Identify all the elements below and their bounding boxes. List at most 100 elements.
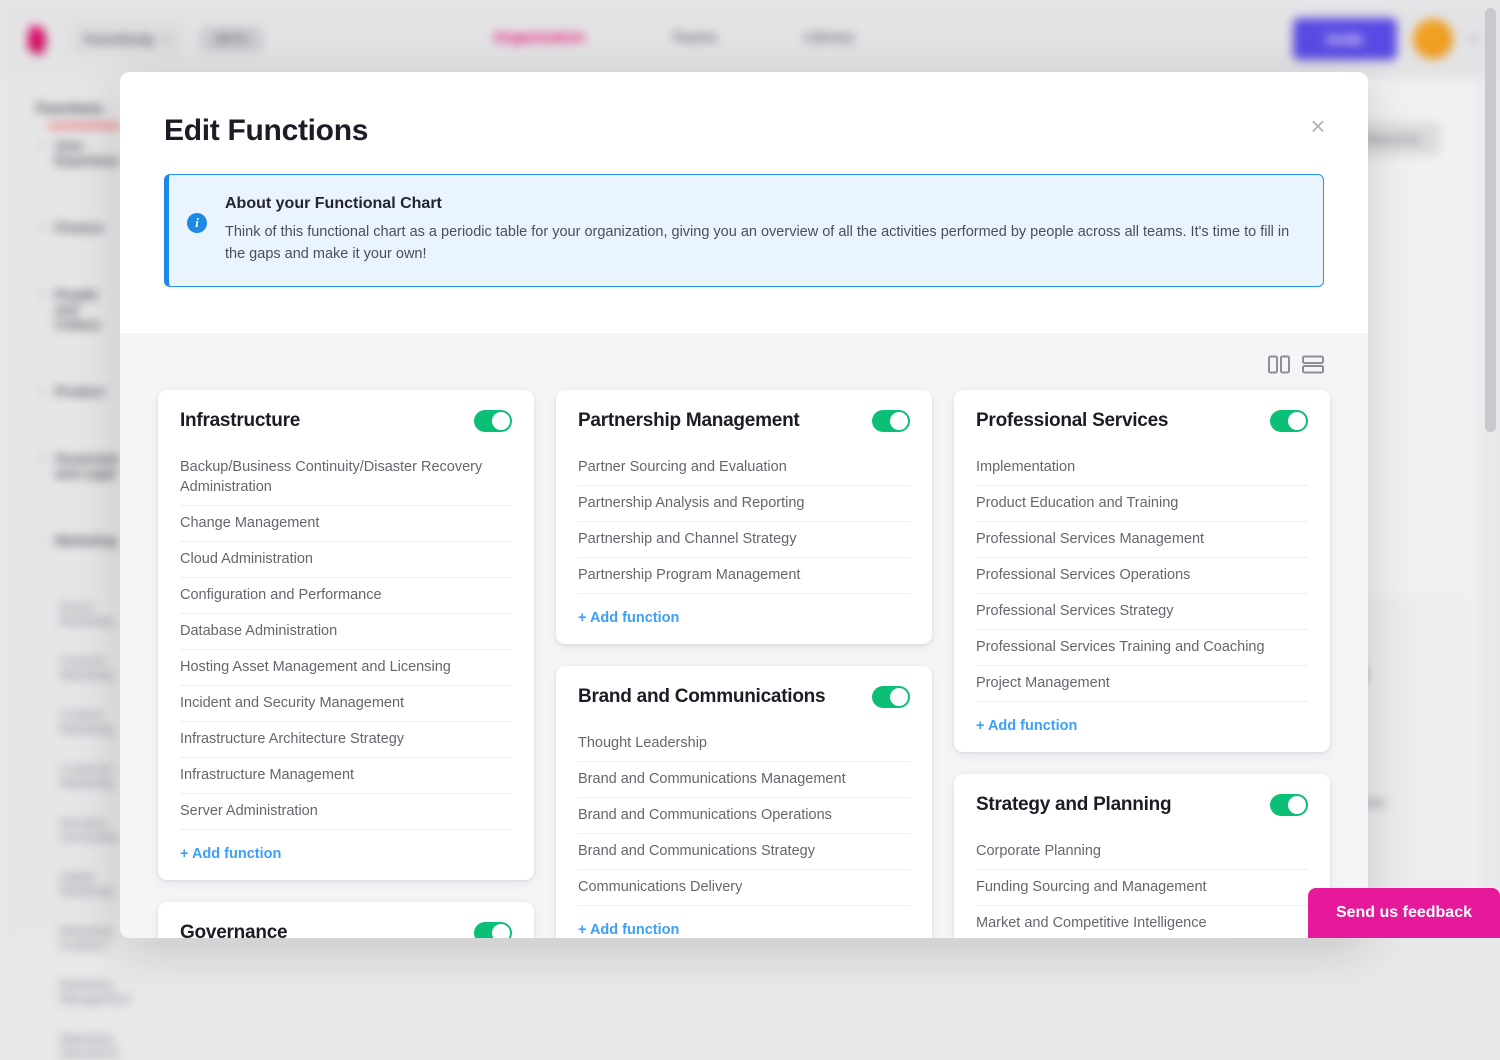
rows-view-icon[interactable]: [1302, 355, 1324, 374]
function-list: Thought Leadership Brand and Communicati…: [556, 726, 932, 910]
list-item[interactable]: Partnership Program Management: [578, 558, 910, 594]
list-item[interactable]: Communications Delivery: [578, 870, 910, 906]
function-card-header: Brand and Communications: [556, 666, 932, 726]
function-columns: Infrastructure Backup/Business Continuit…: [158, 390, 1330, 938]
nav-item-organization[interactable]: Organization: [493, 29, 585, 49]
list-item[interactable]: Hosting Asset Management and Licensing: [180, 650, 512, 686]
list-item[interactable]: Incident and Security Management: [180, 686, 512, 722]
send-feedback-button[interactable]: Send us feedback: [1308, 888, 1500, 938]
function-card-header: Strategy and Planning: [954, 774, 1330, 834]
list-item[interactable]: Infrastructure Architecture Strategy: [180, 722, 512, 758]
function-list: Backup/Business Continuity/Disaster Reco…: [158, 450, 534, 834]
info-banner: i About your Functional Chart Think of t…: [164, 174, 1324, 287]
function-card-header: Infrastructure: [158, 390, 534, 450]
toggle-on-icon[interactable]: [474, 410, 512, 432]
toggle-on-icon[interactable]: [1270, 410, 1308, 432]
list-item[interactable]: Professional Services Operations: [976, 558, 1308, 594]
background-sidebar-subitem[interactable]: Marketing Operations: [60, 1032, 106, 1060]
info-banner-text: About your Functional Chart Think of thi…: [225, 195, 1295, 266]
list-item[interactable]: Infrastructure Management: [180, 758, 512, 794]
background-sidebar-item-label: Product: [55, 384, 104, 399]
function-card-strategy-and-planning: Strategy and Planning Corporate Planning…: [954, 774, 1330, 938]
columns-view-icon[interactable]: [1268, 355, 1290, 374]
background-sidebar-subitem[interactable]: Content Marketing: [60, 708, 106, 736]
function-column: Professional Services Implementation Pro…: [954, 390, 1330, 938]
background-sidebar-subitem[interactable]: Demand Generation: [60, 816, 106, 844]
list-item[interactable]: Change Management: [180, 506, 512, 542]
add-function-button[interactable]: + Add function: [556, 910, 932, 938]
function-card-header: Partnership Management: [556, 390, 932, 450]
toggle-on-icon[interactable]: [1270, 794, 1308, 816]
background-sidebar-subitem[interactable]: Marketing Management: [60, 978, 106, 1006]
function-card-title: Strategy and Planning: [976, 794, 1171, 816]
list-item[interactable]: Partner Sourcing and Evaluation: [578, 450, 910, 486]
list-item[interactable]: Product Education and Training: [976, 486, 1308, 522]
info-banner-body: Think of this functional chart as a peri…: [225, 221, 1295, 266]
list-item[interactable]: Professional Services Strategy: [976, 594, 1308, 630]
list-item[interactable]: Partnership Analysis and Reporting: [578, 486, 910, 522]
background-sidebar-subitem[interactable]: Marketing Analytics: [60, 924, 106, 952]
background-sidebar-item[interactable]: −Marketing: [38, 533, 106, 548]
nav-item-teams[interactable]: Teams: [671, 29, 717, 49]
function-card-title: Infrastructure: [180, 410, 300, 432]
page-scrollbar[interactable]: [1485, 8, 1496, 432]
list-item[interactable]: Market and Competitive Intelligence: [976, 906, 1308, 938]
function-list: Corporate Planning Funding Sourcing and …: [954, 834, 1330, 938]
list-item[interactable]: Implementation: [976, 450, 1308, 486]
background-sidebar-item-label: User Experience: [55, 138, 124, 168]
list-item[interactable]: Brand and Communications Management: [578, 762, 910, 798]
background-sidebar-item[interactable]: +Product: [38, 384, 106, 399]
avatar[interactable]: [1413, 19, 1453, 59]
view-mode-toggle: [158, 347, 1330, 390]
add-function-button[interactable]: + Add function: [556, 598, 932, 644]
info-banner-title: About your Functional Chart: [225, 195, 1295, 213]
list-item[interactable]: Cloud Administration: [180, 542, 512, 578]
list-item[interactable]: Database Administration: [180, 614, 512, 650]
info-circle-icon: i: [187, 213, 207, 233]
list-item[interactable]: Professional Services Training and Coach…: [976, 630, 1308, 666]
list-item[interactable]: Funding Sourcing and Management: [976, 870, 1308, 906]
list-item[interactable]: Server Administration: [180, 794, 512, 830]
background-sidebar-subitem[interactable]: Channel Marketing: [60, 654, 106, 682]
toggle-on-icon[interactable]: [872, 410, 910, 432]
toggle-on-icon[interactable]: [872, 686, 910, 708]
function-card-partnership-management: Partnership Management Partner Sourcing …: [556, 390, 932, 644]
list-item[interactable]: Corporate Planning: [976, 834, 1308, 870]
background-sidebar-item[interactable]: +Finance: [38, 220, 106, 235]
list-item[interactable]: Configuration and Performance: [180, 578, 512, 614]
toggle-on-icon[interactable]: [474, 922, 512, 938]
function-card-infrastructure: Infrastructure Backup/Business Continuit…: [158, 390, 534, 880]
list-item[interactable]: Professional Services Management: [976, 522, 1308, 558]
add-function-button[interactable]: + Add function: [158, 834, 534, 880]
function-card-title: Professional Services: [976, 410, 1168, 432]
background-sidebar-subitem[interactable]: Digital Marketing: [60, 870, 106, 898]
background-sidebar-item-label: Governance and Legal: [55, 451, 130, 481]
function-card-governance: Governance Board Governance Corporate Et…: [158, 902, 534, 938]
close-icon[interactable]: ×: [1298, 106, 1338, 146]
nav-item-library[interactable]: Library: [804, 29, 855, 49]
invite-button[interactable]: Invite: [1293, 18, 1398, 60]
background-sidebar-item[interactable]: +People and Culture: [38, 287, 106, 332]
function-list: Partner Sourcing and Evaluation Partners…: [556, 450, 932, 598]
top-navigation-bar: Functionly ▼ BETA Organization Teams Lib…: [0, 0, 1500, 78]
list-item[interactable]: Thought Leadership: [578, 726, 910, 762]
list-item[interactable]: Project Management: [976, 666, 1308, 702]
flag-logo-icon[interactable]: [22, 22, 52, 56]
background-sidebar-item[interactable]: +Governance and Legal: [38, 451, 106, 481]
workspace-name: Functionly: [84, 31, 155, 47]
list-item[interactable]: Brand and Communications Strategy: [578, 834, 910, 870]
workspace-switcher[interactable]: Functionly ▼: [70, 22, 186, 56]
background-sidebar-title: Functions: [36, 100, 106, 116]
list-item[interactable]: Partnership and Channel Strategy: [578, 522, 910, 558]
beta-badge: BETA: [200, 26, 264, 52]
chevron-down-icon[interactable]: ▼: [1469, 34, 1478, 44]
background-sidebar-subitem[interactable]: Customer Marketing: [60, 762, 106, 790]
list-item[interactable]: Backup/Business Continuity/Disaster Reco…: [180, 450, 512, 506]
background-sidebar-subitem[interactable]: Brand Marketing: [60, 600, 106, 628]
function-column: Infrastructure Backup/Business Continuit…: [158, 390, 534, 938]
list-item[interactable]: Brand and Communications Operations: [578, 798, 910, 834]
background-sidebar-item[interactable]: +User Experience: [38, 138, 106, 168]
function-card-header: Professional Services: [954, 390, 1330, 450]
function-card-title: Partnership Management: [578, 410, 800, 432]
add-function-button[interactable]: + Add function: [954, 706, 1330, 752]
